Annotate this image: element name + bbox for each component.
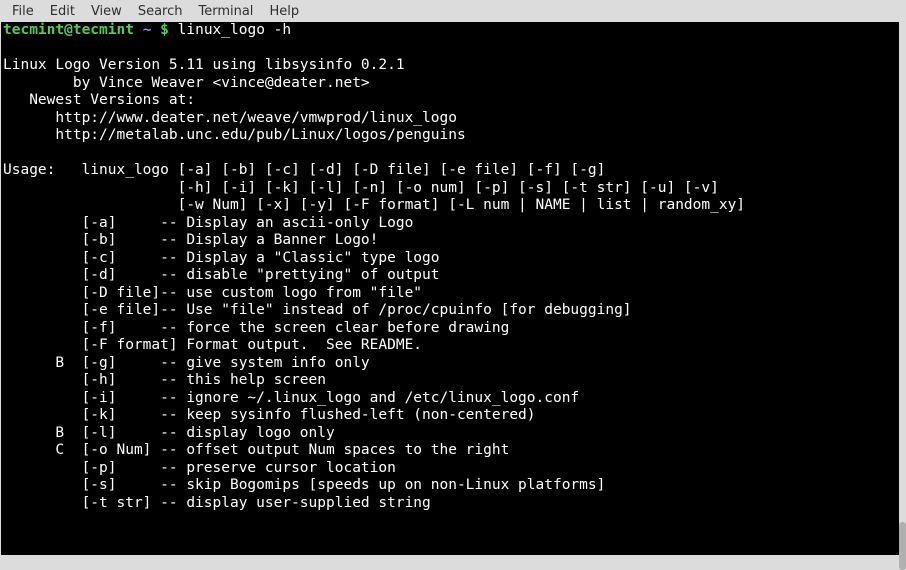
output-opt-i: [-i] -- ignore ~/.linux_logo and /etc/li… — [3, 390, 579, 406]
menu-terminal[interactable]: Terminal — [190, 2, 261, 21]
output-opt-F: [-F format] Format output. See README. — [3, 337, 422, 353]
output-opt-s: [-s] -- skip Bogomips [speeds up on non-… — [3, 477, 605, 493]
prompt-cwd: ~ — [143, 22, 152, 38]
prompt-symbol: $ — [160, 22, 169, 38]
prompt-user-host: tecmint@tecmint — [3, 22, 134, 38]
output-usage-l1: Usage: linux_logo [-a] [-b] [-c] [-d] [-… — [3, 162, 605, 178]
output-newest-heading: Newest Versions at: — [3, 92, 195, 108]
prompt-command: linux_logo -h — [178, 22, 292, 38]
terminal-viewport[interactable]: tecmint@tecmint ~ $ linux_logo -h Linux … — [1, 22, 899, 555]
scrollbar-thumb[interactable] — [899, 522, 906, 570]
output-author: by Vince Weaver <vince@deater.net> — [3, 75, 370, 91]
scrollbar-track[interactable] — [898, 22, 906, 555]
menu-edit[interactable]: Edit — [42, 2, 83, 21]
output-version: Linux Logo Version 5.11 using libsysinfo… — [3, 57, 405, 73]
output-opt-c: [-c] -- Display a "Classic" type logo — [3, 250, 440, 266]
output-opt-f: [-f] -- force the screen clear before dr… — [3, 320, 509, 336]
output-url2: http://metalab.unc.edu/pub/Linux/logos/p… — [3, 127, 466, 143]
output-opt-b: [-b] -- Display a Banner Logo! — [3, 232, 378, 248]
output-opt-e: [-e file]-- Use "file" instead of /proc/… — [3, 302, 632, 318]
output-url1: http://www.deater.net/weave/vmwprod/linu… — [3, 110, 457, 126]
menu-file[interactable]: File — [4, 2, 42, 21]
output-opt-o: C [-o Num] -- offset output Num spaces t… — [3, 442, 509, 458]
output-opt-k: [-k] -- keep sysinfo flushed-left (non-c… — [3, 407, 536, 423]
output-opt-g: B [-g] -- give system info only — [3, 355, 370, 371]
terminal-content: tecmint@tecmint ~ $ linux_logo -h Linux … — [1, 22, 899, 512]
menu-search[interactable]: Search — [130, 2, 191, 21]
output-opt-a: [-a] -- Display an ascii-only Logo — [3, 215, 413, 231]
output-usage-l2: [-h] [-i] [-k] [-l] [-n] [-o num] [-p] [… — [3, 180, 719, 196]
output-opt-D: [-D file]-- use custom logo from "file" — [3, 285, 422, 301]
menubar: File Edit View Search Terminal Help — [0, 0, 906, 22]
output-opt-t: [-t str] -- display user-supplied string — [3, 495, 431, 511]
menu-view[interactable]: View — [83, 2, 130, 21]
output-opt-d: [-d] -- disable "prettying" of output — [3, 267, 440, 283]
output-opt-l: B [-l] -- display logo only — [3, 425, 335, 441]
menu-help[interactable]: Help — [261, 2, 307, 21]
output-usage-l3: [-w Num] [-x] [-y] [-F format] [-L num |… — [3, 197, 745, 213]
output-opt-h: [-h] -- this help screen — [3, 372, 326, 388]
output-opt-p: [-p] -- preserve cursor location — [3, 460, 396, 476]
